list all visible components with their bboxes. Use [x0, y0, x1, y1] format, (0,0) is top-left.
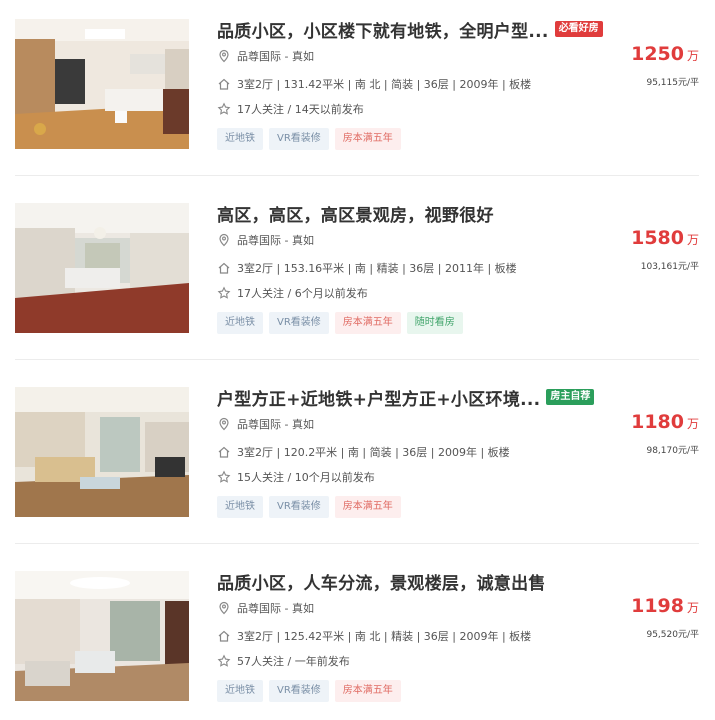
house-icon: [217, 77, 231, 91]
location-text[interactable]: 品尊国际 - 真如: [237, 48, 314, 64]
listing-item[interactable]: 品质小区，小区楼下就有地铁，全明户型... 必看好房 品尊国际 - 真如 3室2…: [15, 17, 699, 150]
tag-near-subway: 近地铁: [217, 312, 263, 334]
unit-price: 95,115元/平: [646, 78, 699, 88]
follow-text: 15人关注 / 10个月以前发布: [237, 471, 375, 484]
follow-line: 15人关注 / 10个月以前发布: [217, 469, 375, 485]
details-line: 3室2厅 | 125.42平米 | 南 北 | 精装 | 36层 | 2009年…: [217, 628, 531, 644]
location-line: 品尊国际 - 真如: [217, 232, 314, 248]
location-text[interactable]: 品尊国际 - 真如: [237, 232, 314, 248]
unit-price: 95,520元/平: [646, 630, 699, 640]
star-icon: [217, 102, 231, 116]
follow-line: 17人关注 / 14天以前发布: [217, 101, 364, 117]
listing-photo[interactable]: [15, 571, 189, 701]
house-icon: [217, 261, 231, 275]
details-line: 3室2厅 | 120.2平米 | 南 | 简装 | 36层 | 2009年 | …: [217, 444, 510, 460]
total-price: 1198: [631, 595, 684, 617]
tag-list: 近地铁 VR看装修 房本满五年 随时看房: [217, 312, 469, 334]
divider: [15, 359, 699, 360]
price-block: 1580 万 103,161元/平: [631, 227, 699, 272]
details-text: 3室2厅 | 120.2平米 | 南 | 简装 | 36层 | 2009年 | …: [237, 446, 510, 459]
price-unit: 万: [686, 49, 699, 63]
total-price: 1250: [631, 43, 684, 65]
details-text: 3室2厅 | 125.42平米 | 南 北 | 精装 | 36层 | 2009年…: [237, 630, 532, 643]
price-unit: 万: [686, 233, 699, 247]
listing-title[interactable]: 品质小区，小区楼下就有地铁，全明户型...: [217, 17, 549, 42]
price-block: 1180 万 98,170元/平: [631, 411, 699, 456]
tag-vr: VR看装修: [269, 496, 329, 518]
follow-line: 57人关注 / 一年前发布: [217, 653, 350, 669]
listing-title[interactable]: 户型方正+近地铁+户型方正+小区环境...: [217, 385, 540, 410]
listing-title[interactable]: 品质小区，人车分流，景观楼层，诚意出售: [217, 569, 546, 594]
follow-text: 57人关注 / 一年前发布: [237, 655, 350, 668]
tag-anytime-viewing: 随时看房: [406, 312, 463, 334]
location-line: 品尊国际 - 真如: [217, 600, 314, 616]
location-pin-icon: [217, 49, 231, 63]
must-see-badge: 必看好房: [554, 21, 603, 37]
divider: [15, 543, 699, 544]
house-icon: [217, 629, 231, 643]
tag-five-years: 房本满五年: [334, 128, 401, 150]
details-text: 3室2厅 | 153.16平米 | 南 | 精装 | 36层 | 2011年 |…: [237, 262, 517, 275]
location-line: 品尊国际 - 真如: [217, 48, 314, 64]
follow-text: 17人关注 / 14天以前发布: [237, 103, 364, 116]
total-price: 1580: [631, 227, 684, 249]
unit-price: 103,161元/平: [640, 262, 699, 272]
details-line: 3室2厅 | 131.42平米 | 南 北 | 简装 | 36层 | 2009年…: [217, 76, 531, 92]
location-line: 品尊国际 - 真如: [217, 416, 314, 432]
location-pin-icon: [217, 417, 231, 431]
listing-item[interactable]: 户型方正+近地铁+户型方正+小区环境... 房主自荐 品尊国际 - 真如 3室2…: [15, 385, 699, 518]
listing-photo[interactable]: [15, 203, 189, 333]
tag-near-subway: 近地铁: [217, 496, 263, 518]
location-text[interactable]: 品尊国际 - 真如: [237, 600, 314, 616]
tag-vr: VR看装修: [269, 312, 329, 334]
details-text: 3室2厅 | 131.42平米 | 南 北 | 简装 | 36层 | 2009年…: [237, 78, 532, 91]
tag-vr: VR看装修: [269, 680, 329, 702]
follow-line: 17人关注 / 6个月以前发布: [217, 285, 368, 301]
listing-title[interactable]: 高区，高区，高区景观房，视野很好: [217, 201, 494, 226]
tag-five-years: 房本满五年: [334, 680, 401, 702]
tag-list: 近地铁 VR看装修 房本满五年: [217, 496, 407, 518]
owner-recommend-badge: 房主自荐: [546, 389, 595, 405]
tag-list: 近地铁 VR看装修 房本满五年: [217, 680, 407, 702]
location-pin-icon: [217, 601, 231, 615]
tag-near-subway: 近地铁: [217, 128, 263, 150]
listing-photo[interactable]: [15, 387, 189, 517]
listing-photo[interactable]: [15, 19, 189, 149]
star-icon: [217, 654, 231, 668]
tag-list: 近地铁 VR看装修 房本满五年: [217, 128, 407, 150]
tag-five-years: 房本满五年: [334, 312, 401, 334]
price-unit: 万: [686, 417, 699, 431]
house-icon: [217, 445, 231, 459]
follow-text: 17人关注 / 6个月以前发布: [237, 287, 368, 300]
star-icon: [217, 470, 231, 484]
price-block: 1250 万 95,115元/平: [631, 43, 699, 88]
price-block: 1198 万 95,520元/平: [631, 595, 699, 640]
listing-item[interactable]: 高区，高区，高区景观房，视野很好 品尊国际 - 真如 3室2厅 | 153.16…: [15, 201, 699, 334]
location-text[interactable]: 品尊国际 - 真如: [237, 416, 314, 432]
tag-vr: VR看装修: [269, 128, 329, 150]
unit-price: 98,170元/平: [646, 446, 699, 456]
star-icon: [217, 286, 231, 300]
location-pin-icon: [217, 233, 231, 247]
tag-five-years: 房本满五年: [334, 496, 401, 518]
tag-near-subway: 近地铁: [217, 680, 263, 702]
details-line: 3室2厅 | 153.16平米 | 南 | 精装 | 36层 | 2011年 |…: [217, 260, 517, 276]
divider: [15, 175, 699, 176]
price-unit: 万: [686, 601, 699, 615]
total-price: 1180: [631, 411, 684, 433]
listing-item[interactable]: 品质小区，人车分流，景观楼层，诚意出售 品尊国际 - 真如 3室2厅 | 125…: [15, 569, 699, 702]
